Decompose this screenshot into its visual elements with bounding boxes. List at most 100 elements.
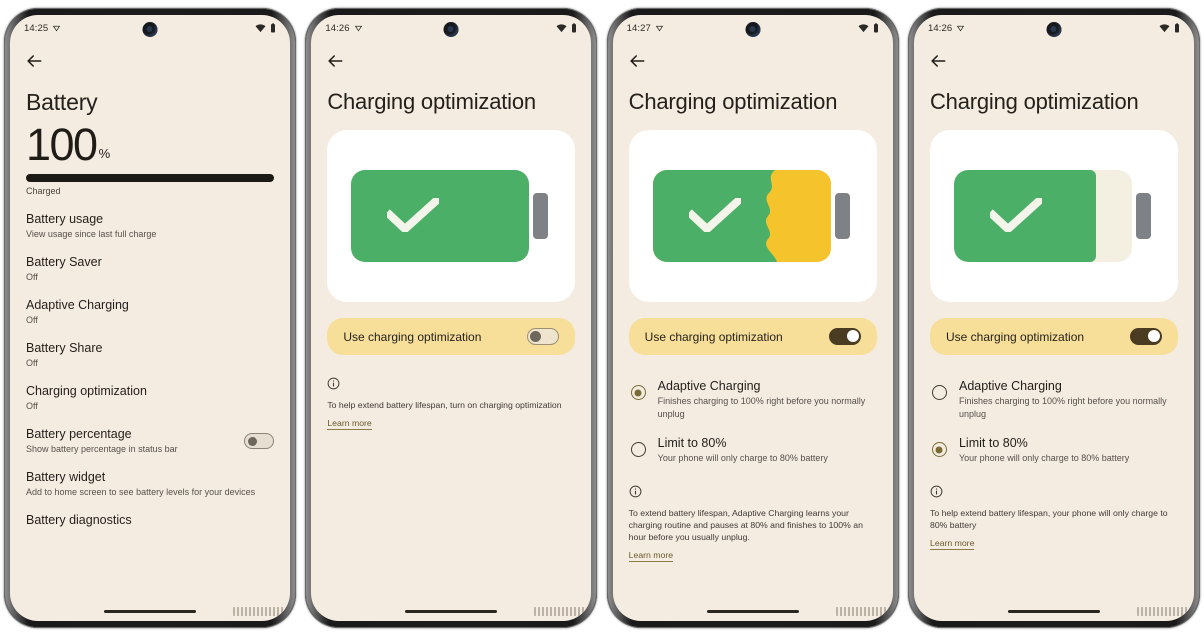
use-charging-optimization-toggle[interactable] [828,328,861,345]
screen-charging-optimization-off: 14:26 Charging optimization Use charging… [311,15,592,621]
info-text: To help extend battery lifespan, turn on… [327,400,562,410]
battery-terminal [834,193,850,239]
battery-illustration-card [929,130,1178,302]
screen-body: Charging optimization Use charging optim… [914,41,1194,621]
radio-limit-to-80[interactable] [931,442,947,457]
phone-screenshot-strip: 14:25 Battery 100 % Charged Battery usag… [0,0,1204,636]
learn-more-link[interactable]: Learn more [327,418,372,430]
back-arrow-icon[interactable] [325,51,345,71]
list-item-subtitle: Off [26,401,38,411]
battery-illustration [953,168,1154,264]
back-arrow-icon[interactable] [928,51,948,71]
gesture-nav-pill[interactable] [104,610,196,613]
learn-more-link[interactable]: Learn more [929,538,975,550]
list-item-battery-widget[interactable]: Battery widget Add to home screen to see… [26,463,274,506]
list-item-subtitle: View usage since last full charge [26,229,157,239]
status-clock: 14:25 [24,22,49,34]
banner-label: Use charging optimization [343,329,482,344]
use-charging-optimization-banner[interactable]: Use charging optimization [327,318,576,355]
phone-2-charging-optimization-off: 14:26 Charging optimization Use charging… [305,8,598,628]
back-arrow-icon[interactable] [24,51,44,71]
option-subtitle: Your phone will only charge to 80% batte… [657,453,828,463]
status-bar: 14:25 [10,15,290,41]
battery-green-fill [351,170,530,262]
back-row [10,41,290,71]
page-title: Charging optimization [929,89,1139,114]
option-adaptive-charging[interactable]: Adaptive Charging Finishes charging to 1… [928,371,1180,428]
signal-icon [354,25,362,31]
phone-3-charging-optimization-adaptive: 14:27 Charging optimization Use charging… [606,8,899,628]
charge-state-label: Charged [26,186,61,196]
charging-mode-options: Adaptive Charging Finishes charging to 1… [928,371,1180,473]
signal-icon [53,25,61,31]
battery-terminal [533,193,549,239]
banner-label: Use charging optimization [644,329,783,344]
option-subtitle: Your phone will only charge to 80% batte… [958,453,1130,463]
status-clock: 14:26 [927,22,953,34]
radio-limit-to-80[interactable] [630,442,646,457]
radio-adaptive-charging[interactable] [931,385,947,400]
battery-illustration [652,168,853,264]
signal-icon [957,25,965,31]
battery-shell [351,170,530,262]
option-adaptive-charging[interactable]: Adaptive Charging Finishes charging to 1… [627,371,879,428]
list-item-title: Battery diagnostics [26,513,132,527]
status-bar-right [556,23,577,33]
list-item-battery-diagnostics[interactable]: Battery diagnostics [26,506,274,535]
use-charging-optimization-banner[interactable]: Use charging optimization [929,318,1178,355]
status-bar-left: 14:25 [24,23,61,34]
option-limit-to-80[interactable]: Limit to 80% Your phone will only charge… [627,428,879,473]
screen-charging-optimization-adaptive: 14:27 Charging optimization Use charging… [612,15,893,621]
use-charging-optimization-toggle[interactable] [527,328,560,345]
list-item-title: Battery usage [26,212,104,226]
list-item-charging-optimization[interactable]: Charging optimization Off [26,377,274,420]
battery-illustration [351,168,551,264]
battery-illustration-card [628,130,877,302]
battery-terminal [1135,193,1151,239]
phone-1-battery-overview: 14:25 Battery 100 % Charged Battery usag… [4,8,296,628]
front-camera-punch-hole [142,22,158,37]
checkmark-icon [688,198,741,232]
screen-battery-overview: 14:25 Battery 100 % Charged Battery usag… [10,15,290,621]
radio-adaptive-charging[interactable] [630,385,646,400]
info-icon [930,485,943,497]
gesture-nav-pill[interactable] [405,610,498,613]
battery-progress-wrap [10,168,290,182]
list-item-title: Adaptive Charging [26,298,129,312]
option-limit-to-80[interactable]: Limit to 80% Your phone will only charge… [928,428,1180,473]
battery-shell [652,170,831,262]
gesture-nav-pill[interactable] [706,610,799,613]
checkmark-icon [989,198,1042,232]
battery-settings-list: Battery usage View usage since last full… [10,205,290,535]
list-item-battery-usage[interactable]: Battery usage View usage since last full… [26,205,274,248]
list-item-adaptive-charging[interactable]: Adaptive Charging Off [26,291,274,334]
status-bar-left: 14:26 [325,23,362,34]
use-charging-optimization-toggle[interactable] [1129,328,1162,345]
status-clock: 14:27 [626,22,651,34]
back-row [311,41,591,71]
watermark [534,607,587,616]
battery-percentage-toggle[interactable] [244,433,274,449]
option-title: Limit to 80% [657,436,727,450]
info-block: To extend battery lifespan, Adaptive Cha… [613,485,893,563]
learn-more-link[interactable]: Learn more [628,550,674,562]
gesture-nav-pill[interactable] [1007,610,1100,613]
screen-body: Battery 100 % Charged Battery usage View… [10,41,290,621]
list-item-battery-saver[interactable]: Battery Saver Off [26,248,274,291]
option-title: Adaptive Charging [657,379,761,393]
battery-status-icon [1174,23,1179,33]
info-text: To help extend battery lifespan, your ph… [929,507,1168,530]
info-block: To help extend battery lifespan, turn on… [311,377,591,431]
charging-mode-options: Adaptive Charging Finishes charging to 1… [627,371,879,473]
list-item-battery-percentage[interactable]: Battery percentage Show battery percenta… [26,420,274,463]
back-arrow-icon[interactable] [627,51,647,71]
battery-percentage-display: 100 % [10,116,290,168]
back-row [914,41,1194,71]
list-item-battery-share[interactable]: Battery Share Off [26,334,274,377]
status-bar-left: 14:27 [627,23,664,34]
page-title: Charging optimization [628,89,838,114]
phone-4-charging-optimization-limit80: 14:26 Charging optimization Use charging… [907,8,1200,628]
screen-charging-optimization-limit80: 14:26 Charging optimization Use charging… [913,15,1194,621]
battery-percent-symbol: % [98,146,111,161]
use-charging-optimization-banner[interactable]: Use charging optimization [628,318,877,355]
